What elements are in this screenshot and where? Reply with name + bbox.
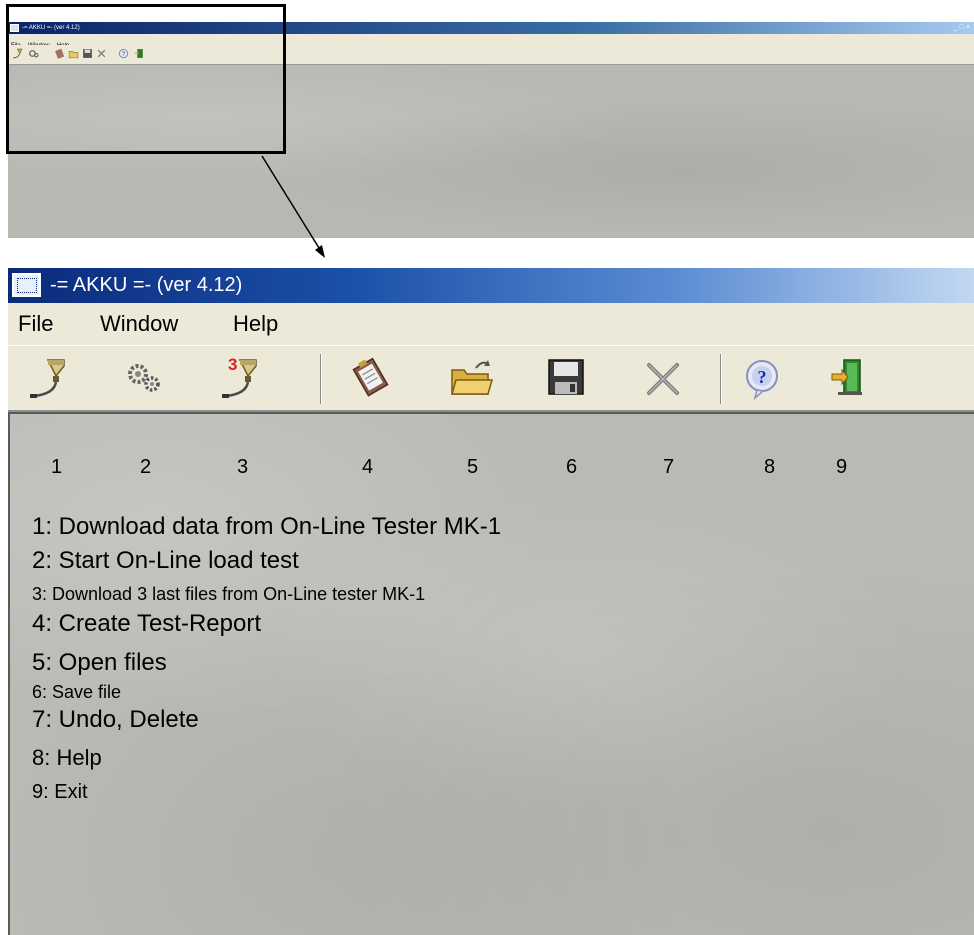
menu-file[interactable]: File bbox=[18, 303, 53, 345]
delete-x-icon bbox=[647, 363, 679, 395]
open-files-button[interactable] bbox=[448, 356, 494, 400]
toolbar-number: 8 bbox=[764, 456, 776, 478]
workspace: 1 2 3 4 5 6 7 8 9 1: Download data from … bbox=[8, 412, 974, 935]
toolbar-number: 6 bbox=[566, 456, 578, 478]
thumbnail-window-controls[interactable]: _ □ × bbox=[954, 23, 970, 33]
create-report-button[interactable] bbox=[348, 356, 394, 400]
toolbar-number: 7 bbox=[663, 456, 675, 478]
toolbar-number: 1 bbox=[51, 456, 63, 478]
svg-text:3: 3 bbox=[228, 356, 237, 374]
exit-button[interactable] bbox=[826, 356, 872, 400]
toolbar: 3 ? bbox=[8, 345, 974, 412]
zoom-callout-box bbox=[6, 4, 286, 154]
toolbar-separator bbox=[320, 354, 322, 404]
menu-help[interactable]: Help bbox=[233, 303, 278, 345]
toolbar-number: 5 bbox=[467, 456, 479, 478]
clipboard-report-icon bbox=[352, 357, 389, 397]
download-3-icon: 3 bbox=[222, 356, 257, 398]
download-tester-icon bbox=[30, 359, 65, 398]
app-window: -= AKKU =- (ver 4.12) File Window Help 3… bbox=[8, 268, 974, 935]
download-data-button[interactable] bbox=[28, 356, 74, 400]
legend-item: 1: Download data from On-Line Tester MK-… bbox=[32, 513, 502, 540]
titlebar: -= AKKU =- (ver 4.12) bbox=[8, 268, 974, 303]
toolbar-number: 9 bbox=[836, 456, 848, 478]
window-title: -= AKKU =- (ver 4.12) bbox=[50, 274, 243, 296]
svg-text:?: ? bbox=[758, 367, 767, 387]
legend-item: 9: Exit bbox=[32, 781, 88, 803]
help-icon: ? bbox=[746, 360, 778, 400]
menu-window[interactable]: Window bbox=[100, 303, 178, 345]
legend-item: 6: Save file bbox=[32, 682, 122, 702]
floppy-save-icon bbox=[548, 359, 584, 395]
exit-door-icon bbox=[831, 359, 862, 395]
legend-item: 4: Create Test-Report bbox=[32, 610, 261, 637]
help-button[interactable]: ? bbox=[739, 356, 785, 400]
legend-item: 3: Download 3 last files from On-Line te… bbox=[32, 584, 426, 604]
gears-icon bbox=[128, 364, 160, 392]
toolbar-separator bbox=[720, 354, 722, 404]
save-file-button[interactable] bbox=[543, 356, 589, 400]
toolbar-number: 4 bbox=[362, 456, 374, 478]
legend-item: 5: Open files bbox=[32, 649, 167, 676]
open-folder-icon bbox=[451, 360, 493, 395]
undo-delete-button[interactable] bbox=[640, 356, 686, 400]
toolbar-number: 2 bbox=[140, 456, 152, 478]
download-3-files-button[interactable]: 3 bbox=[220, 356, 266, 400]
menubar: File Window Help bbox=[8, 303, 974, 345]
legend-item: 8: Help bbox=[32, 745, 102, 770]
legend-item: 2: Start On-Line load test bbox=[32, 547, 299, 574]
legend-item: 7: Undo, Delete bbox=[32, 706, 199, 733]
start-load-test-button[interactable] bbox=[120, 356, 166, 400]
app-icon[interactable] bbox=[12, 273, 41, 297]
toolbar-number: 3 bbox=[237, 456, 249, 478]
